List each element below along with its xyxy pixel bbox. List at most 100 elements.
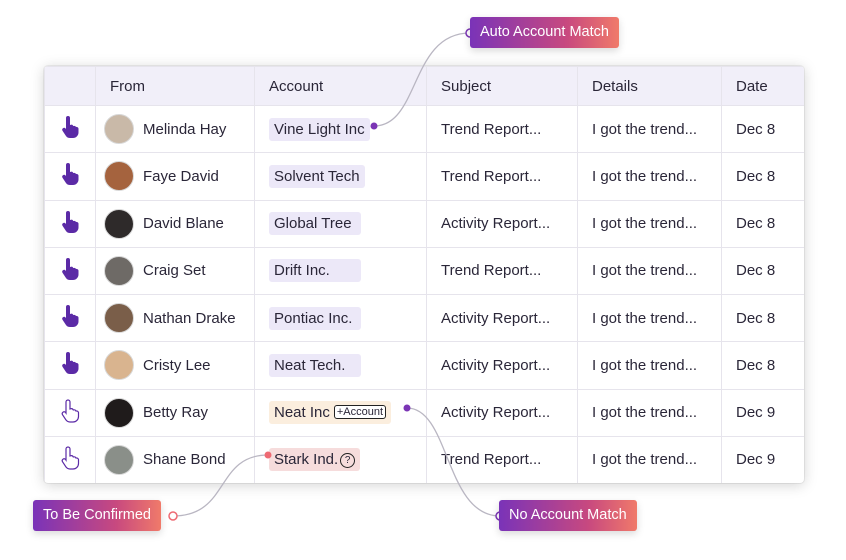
account-pill[interactable]: Global Tree [269,212,361,236]
date-cell: Dec 8 [721,293,804,343]
avatar [104,255,134,286]
account-cell: Drift Inc. [254,246,427,296]
table-header-row: From Account Subject Details Date [44,66,804,106]
subject-cell: Activity Report... [426,388,578,437]
account-name: Solvent Tech [274,167,360,185]
column-header-details[interactable]: Details [577,66,722,106]
action-cell[interactable] [44,152,96,201]
account-cell: Stark Ind.? [254,435,427,483]
action-cell[interactable] [44,435,96,483]
action-cell[interactable] [44,199,96,248]
action-cell[interactable] [44,104,96,154]
account-cell: Global Tree [254,199,427,248]
account-name: Pontiac Inc. [274,309,353,327]
hand-pointer-filled-icon[interactable] [59,304,81,332]
subject-cell: Trend Report... [426,104,578,154]
hand-pointer-outline-icon[interactable] [59,399,81,427]
hand-pointer-filled-icon[interactable] [59,210,81,238]
column-header-subject[interactable]: Subject [426,66,578,106]
account-name: Neat Inc [274,404,330,422]
sender-name: Betty Ray [143,404,209,422]
action-cell[interactable] [44,341,96,390]
table-row[interactable]: Betty Ray Neat Inc +Account Activity Report… [44,388,804,437]
table-row[interactable]: Faye David Solvent Tech Trend Report... I g… [44,152,804,201]
hand-pointer-filled-icon[interactable] [59,257,81,285]
table-row[interactable]: Nathan Drake Pontiac Inc. Activity Report.… [44,293,804,343]
table-row[interactable]: Shane Bond Stark Ind.? Trend Report... I go… [44,435,804,483]
avatar [104,114,134,145]
account-cell: Pontiac Inc. [254,293,427,343]
subject-cell: Activity Report... [426,293,578,343]
hand-pointer-filled-icon[interactable] [59,351,81,379]
details-cell: I got the trend... [577,435,722,483]
from-cell: Shane Bond [95,435,255,483]
from-cell: David Blane [95,199,255,248]
callout-to-be-confirmed: To Be Confirmed [33,500,161,531]
account-pill[interactable]: Solvent Tech [269,164,365,188]
hand-pointer-filled-icon[interactable] [59,115,81,143]
column-header-from[interactable]: From [95,66,255,106]
add-account-button[interactable]: +Account [333,405,387,420]
sender-name: Melinda Hay [143,120,227,138]
account-pill[interactable]: Neat Tech. [269,353,361,377]
details-cell: I got the trend... [577,152,722,201]
account-cell: Solvent Tech [254,152,427,201]
sender-name: David Blane [143,215,224,233]
avatar [104,397,134,428]
column-header-action [44,66,96,106]
date-cell: Dec 9 [721,435,804,483]
column-header-account[interactable]: Account [254,66,427,106]
from-cell: Betty Ray [95,388,255,437]
sender-name: Nathan Drake [143,309,236,327]
table-row[interactable]: David Blane Global Tree Activity Report...… [44,199,804,248]
from-cell: Melinda Hay [95,104,255,154]
avatar [104,303,134,334]
table-row[interactable]: Craig Set Drift Inc. Trend Report... I got … [44,246,804,296]
date-cell: Dec 8 [721,341,804,390]
sender-name: Cristy Lee [143,356,211,374]
from-cell: Craig Set [95,246,255,296]
sender-name: Shane Bond [143,451,226,469]
subject-cell: Trend Report... [426,152,578,201]
callout-auto-account-match: Auto Account Match [470,17,619,48]
account-pill[interactable]: Drift Inc. [269,259,361,283]
account-pill[interactable]: Neat Inc +Account [269,401,392,425]
hand-pointer-filled-icon[interactable] [59,162,81,190]
avatar [104,350,134,381]
action-cell[interactable] [44,293,96,343]
sender-name: Craig Set [143,262,206,280]
account-pill[interactable]: Vine Light Inc [269,117,370,141]
details-cell: I got the trend... [577,104,722,154]
account-pill[interactable]: Pontiac Inc. [269,306,361,330]
from-cell: Cristy Lee [95,341,255,390]
details-cell: I got the trend... [577,341,722,390]
date-cell: Dec 8 [721,246,804,296]
date-cell: Dec 8 [721,104,804,154]
account-cell: Neat Tech. [254,341,427,390]
subject-cell: Activity Report... [426,199,578,248]
subject-cell: Trend Report... [426,435,578,483]
account-name: Global Tree [274,215,352,233]
avatar [104,161,134,192]
hand-pointer-outline-icon[interactable] [59,446,81,474]
date-cell: Dec 8 [721,152,804,201]
details-cell: I got the trend... [577,388,722,437]
action-cell[interactable] [44,388,96,437]
account-cell: Neat Inc +Account [254,388,427,437]
subject-cell: Activity Report... [426,341,578,390]
from-cell: Faye David [95,152,255,201]
question-icon[interactable]: ? [340,453,356,469]
details-cell: I got the trend... [577,199,722,248]
column-header-date[interactable]: Date [721,66,804,106]
table-row[interactable]: Melinda Hay Vine Light Inc Trend Report...… [44,104,804,154]
account-pill[interactable]: Stark Ind.? [269,448,361,472]
action-cell[interactable] [44,246,96,296]
connector-dot [168,511,178,521]
account-name: Vine Light Inc [274,120,365,138]
avatar [104,208,134,239]
callout-no-account-match: No Account Match [499,500,637,531]
account-name: Drift Inc. [274,262,330,280]
table-row[interactable]: Cristy Lee Neat Tech. Activity Report... I … [44,341,804,390]
email-table: From Account Subject Details Date Melind… [44,66,804,483]
date-cell: Dec 9 [721,388,804,437]
